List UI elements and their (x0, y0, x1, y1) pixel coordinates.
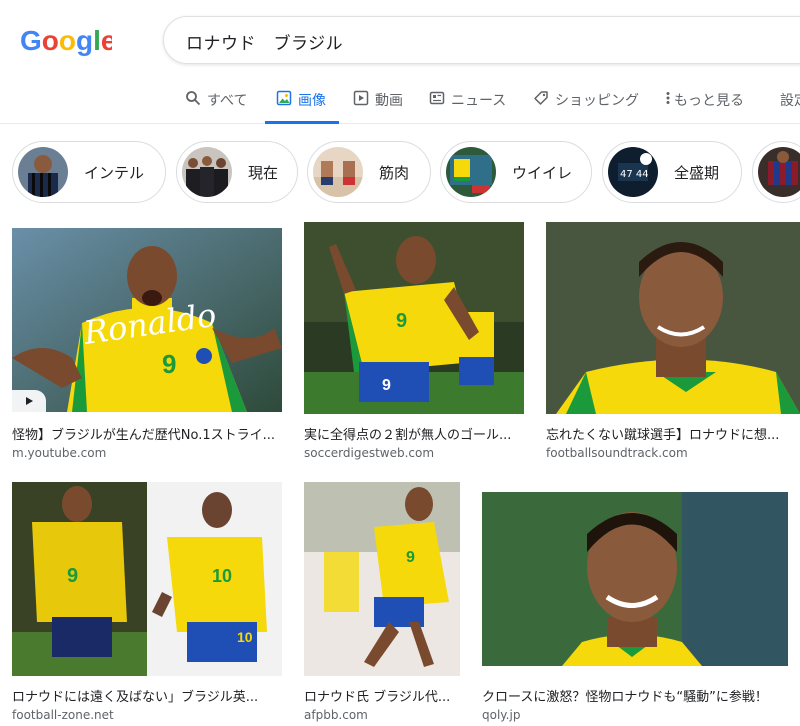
result-domain: soccerdigestweb.com (304, 446, 435, 460)
google-logo[interactable]: Google (20, 22, 112, 58)
chip-muscle[interactable]: 筋肉 (307, 141, 431, 203)
result-caption[interactable]: 実に全得点の２割が無人のゴール... (304, 424, 524, 443)
search-box[interactable]: ロナウド ブラジル (163, 16, 800, 64)
chip-winning-eleven[interactable]: ウイイレ (440, 141, 592, 203)
result-domain: qoly.jp (482, 708, 521, 722)
result-caption[interactable]: 忘れたくない蹴球選手】ロナウドに想... (546, 424, 792, 443)
result-image[interactable]: 9 (304, 482, 460, 676)
result-image[interactable] (546, 222, 800, 414)
tab-label: ニュース (451, 93, 507, 109)
svg-text:47 44: 47 44 (620, 169, 649, 180)
tab-all[interactable]: すべて (185, 90, 247, 124)
chip-thumbnail (182, 147, 232, 197)
chip-inter[interactable]: インテル (12, 141, 166, 203)
result-caption[interactable]: クロースに激怒？怪物ロナウドも“騒動”に参戦！ (482, 686, 788, 705)
chip-label: ウイイレ (512, 163, 573, 182)
play-icon (24, 396, 34, 406)
chip-thumbnail (446, 147, 496, 197)
result-caption[interactable]: ロナウド氏 ブラジル代... (304, 686, 460, 705)
chip-more[interactable] (752, 141, 800, 203)
svg-text:Google: Google (20, 25, 112, 56)
svg-text:10: 10 (212, 566, 232, 586)
result-image[interactable] (482, 492, 788, 666)
tab-images[interactable]: 画像 (265, 90, 339, 124)
svg-text:9: 9 (382, 377, 391, 394)
tab-label: すべて (207, 93, 248, 109)
result-caption[interactable]: ロナウドには遠く及ばない」ブラジル英... (12, 686, 282, 705)
chip-label: 筋肉 (379, 163, 410, 182)
result-card[interactable]: 9 9 実に全得点の２割が無人のゴール... soccerdigestweb.c… (304, 222, 524, 460)
result-card[interactable]: 忘れたくない蹴球選手】ロナウドに想... footballsoundtrack.… (546, 222, 800, 460)
chip-thumbnail (758, 147, 800, 197)
tab-label: ショッピング (555, 93, 639, 109)
result-image[interactable]: 9 Ronaldo (12, 228, 282, 412)
tab-videos[interactable]: 動画 (353, 90, 403, 124)
result-card[interactable]: 9 10 10 ロナウドには遠く及ばない」ブラジル英... football-z… (12, 482, 282, 722)
search-tabs: すべて 画像 動画 ニュース ショッピング もっと見る 設定 (0, 80, 800, 124)
result-caption[interactable]: 怪物】ブラジルが生んだ歴代No.1ストライ... (12, 424, 282, 443)
result-image[interactable]: 9 9 (304, 222, 524, 414)
chip-label: 現在 (248, 163, 279, 182)
video-play-badge (12, 390, 46, 412)
search-icon (185, 90, 201, 106)
news-icon (429, 90, 445, 106)
video-icon (353, 90, 369, 106)
more-vert-icon (664, 90, 672, 106)
image-icon (276, 90, 292, 106)
result-domain: football-zone.net (12, 708, 114, 722)
svg-text:10: 10 (237, 629, 253, 645)
chip-thumbnail (313, 147, 363, 197)
tab-shopping[interactable]: ショッピング (533, 90, 639, 124)
chip-prime[interactable]: 47 44 全盛期 (602, 141, 742, 203)
result-image[interactable]: 9 10 10 (12, 482, 282, 676)
result-domain: m.youtube.com (12, 446, 107, 460)
tab-more[interactable]: もっと見る (664, 90, 744, 124)
tab-settings[interactable]: 設定 (780, 90, 800, 124)
result-card[interactable]: クロースに激怒？怪物ロナウドも“騒動”に参戦！ qoly.jp (482, 492, 788, 722)
result-domain: afpbb.com (304, 708, 368, 722)
tab-label: 画像 (298, 93, 326, 109)
tab-news[interactable]: ニュース (429, 90, 506, 124)
chip-label: 全盛期 (674, 163, 720, 182)
tab-label: 動画 (375, 93, 403, 109)
svg-text:9: 9 (162, 349, 176, 379)
result-domain: footballsoundtrack.com (546, 446, 688, 460)
chip-label: インテル (84, 163, 145, 182)
svg-text:9: 9 (67, 565, 78, 587)
tab-label: もっと見る (674, 93, 744, 109)
chip-thumbnail: 47 44 (608, 147, 658, 197)
result-card[interactable]: 9 Ronaldo 怪物】ブラジルが生んだ歴代No.1ストライ... m.you… (12, 228, 282, 460)
svg-text:9: 9 (406, 549, 415, 566)
svg-text:9: 9 (396, 310, 407, 332)
tab-label: 設定 (780, 93, 800, 109)
chip-now[interactable]: 現在 (176, 141, 298, 203)
result-card[interactable]: 9 ロナウド氏 ブラジル代... afpbb.com (304, 482, 460, 722)
chip-thumbnail (18, 147, 68, 197)
search-input[interactable]: ロナウド ブラジル (186, 29, 343, 54)
tag-icon (533, 90, 549, 106)
